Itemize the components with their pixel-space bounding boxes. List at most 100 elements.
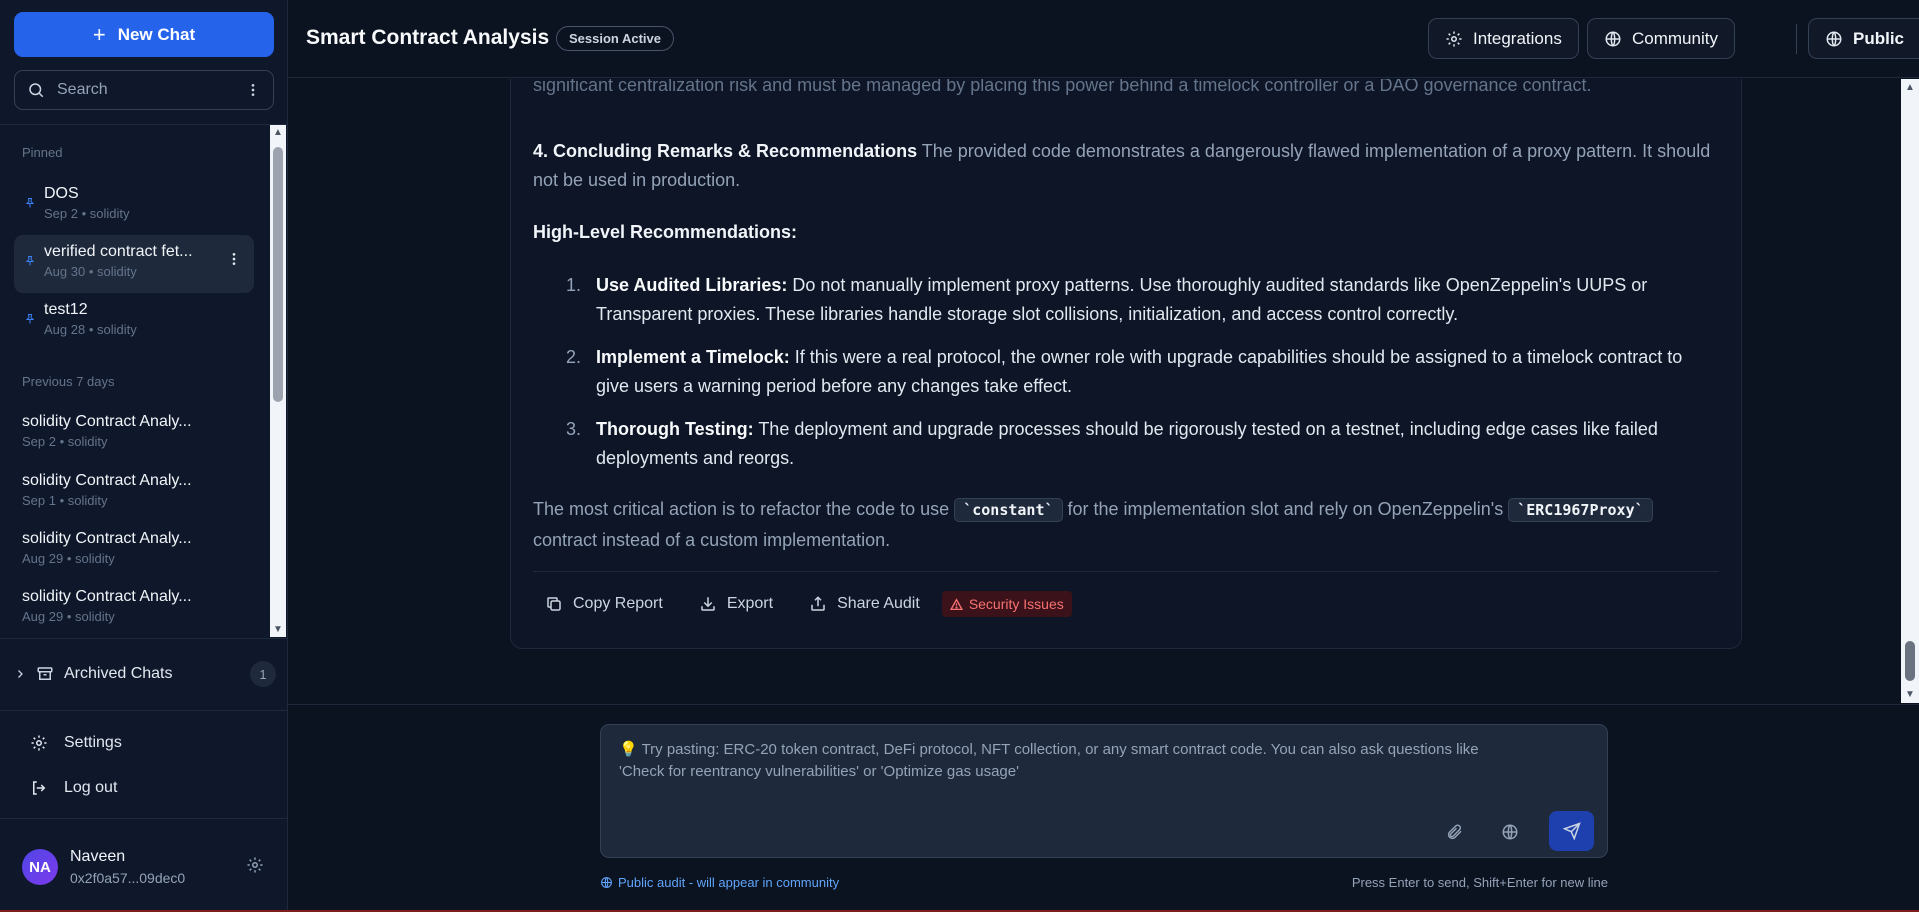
final-text-pre: The most critical action is to refactor … <box>533 499 955 519</box>
warning-icon <box>949 597 963 610</box>
recommendation-item: 1. Use Audited Libraries: Do not manuall… <box>566 271 1716 329</box>
chat-item-verified-contract[interactable]: verified contract fet... Aug 30 • solidi… <box>14 235 254 293</box>
chat-title: solidity Contract Analy... <box>22 588 192 605</box>
chat-title: DOS <box>44 185 79 202</box>
chat-title: solidity Contract Analy... <box>22 472 192 489</box>
pin-icon <box>24 197 36 212</box>
item-number: 3. <box>566 419 582 439</box>
page-title: Smart Contract Analysis <box>306 26 550 49</box>
user-profile: NA Naveen 0x2f0a57...09dec0 <box>22 848 185 886</box>
enter-hint: Press Enter to send, Shift+Enter for new… <box>1351 875 1608 890</box>
settings-menu-item[interactable]: Settings <box>30 734 122 752</box>
chat-item-recent[interactable]: solidity Contract Analy... Aug 29 • soli… <box>12 580 252 637</box>
chat-meta: Sep 2 • solidity <box>44 206 130 221</box>
community-button[interactable]: Community <box>1587 18 1735 59</box>
integrations-button[interactable]: Integrations <box>1428 18 1579 59</box>
chat-item-test12[interactable]: test12 Aug 28 • solidity <box>14 293 254 351</box>
message-placeholder: 💡 Try pasting: ERC-20 token contract, De… <box>619 741 1479 780</box>
chat-title: solidity Contract Analy... <box>22 530 192 547</box>
more-options-icon[interactable] <box>245 82 261 98</box>
user-settings-gear-icon[interactable] <box>246 856 264 879</box>
chat-list: Pinned DOS Sep 2 • solidity verified con… <box>0 125 270 637</box>
copy-report-button[interactable]: Copy Report <box>545 595 663 613</box>
avatar: NA <box>22 849 58 885</box>
divider <box>0 638 288 639</box>
chat-item-recent[interactable]: solidity Contract Analy... Sep 2 • solid… <box>12 405 252 463</box>
chat-item-dos[interactable]: DOS Sep 2 • solidity <box>14 177 254 235</box>
logout-label: Log out <box>64 779 118 796</box>
item-number: 2. <box>566 347 582 367</box>
scroll-up-arrow-icon[interactable]: ▲ <box>1905 82 1915 93</box>
final-text-post: contract instead of a custom implementat… <box>533 530 891 550</box>
visibility-label: Public <box>1853 28 1905 48</box>
archived-count-badge: 1 <box>250 661 276 687</box>
visibility-select[interactable]: Public <box>1808 18 1919 59</box>
community-label: Community <box>1632 28 1718 48</box>
send-button[interactable] <box>1549 811 1594 851</box>
scroll-up-arrow-icon[interactable]: ▲ <box>273 127 283 138</box>
sidebar: + New Chat Search Pinned DOS Sep 2 • sol… <box>0 0 288 912</box>
final-text-mid: for the implementation slot and rely on … <box>1062 499 1509 519</box>
sidebar-scrollbar[interactable]: ▲ ▼ <box>270 125 286 637</box>
scrollbar-thumb[interactable] <box>1905 641 1915 681</box>
item-number: 1. <box>566 275 582 295</box>
chevron-right-icon <box>18 670 23 678</box>
chat-item-recent[interactable]: solidity Contract Analy... Sep 1 • solid… <box>12 464 252 522</box>
security-issues-badge: Security Issues <box>941 591 1072 617</box>
item-title: Implement a Timelock: <box>596 347 790 367</box>
report-content: significant centralization risk and must… <box>288 79 1901 703</box>
public-audit-text: Public audit - will appear in community <box>618 875 840 890</box>
chat-item-recent[interactable]: solidity Contract Analy... Aug 29 • soli… <box>12 522 252 580</box>
message-input[interactable]: 💡 Try pasting: ERC-20 token contract, De… <box>600 724 1608 858</box>
search-icon <box>29 83 44 98</box>
report-text: significant centralization risk and must… <box>533 79 1592 95</box>
chat-more-icon[interactable] <box>226 251 242 272</box>
chat-meta: Aug 30 • solidity <box>44 264 137 279</box>
settings-label: Settings <box>64 734 122 751</box>
attach-icon[interactable] <box>1446 823 1464 846</box>
pin-icon <box>24 313 36 328</box>
high-level-heading: High-Level Recommendations: <box>533 222 798 242</box>
item-title: Thorough Testing: <box>596 419 754 439</box>
header: Smart Contract Analysis Session Active I… <box>288 0 1919 78</box>
wallet-address: 0x2f0a57...09dec0 <box>70 870 186 886</box>
search-placeholder: Search <box>57 81 108 98</box>
public-audit-hint: Public audit - will appear in community <box>600 875 839 890</box>
recommendation-item: 2. Implement a Timelock: If this were a … <box>566 343 1716 401</box>
chat-meta: Sep 1 • solidity <box>22 493 108 508</box>
globe-icon <box>1826 31 1842 46</box>
final-paragraph: The most critical action is to refactor … <box>533 494 1718 555</box>
archived-chats-toggle[interactable]: Archived Chats 1 <box>14 660 276 688</box>
concluding-heading: 4. Concluding Remarks & Recommendations <box>533 141 918 161</box>
pin-icon <box>24 255 36 270</box>
chat-meta: Sep 2 • solidity <box>22 434 108 449</box>
scroll-down-arrow-icon[interactable]: ▼ <box>273 624 283 635</box>
code-constant: `constant` <box>954 498 1063 522</box>
composer-area: 💡 Try pasting: ERC-20 token contract, De… <box>288 704 1919 912</box>
share-audit-button[interactable]: Share Audit <box>809 595 920 613</box>
gear-icon <box>31 735 47 751</box>
search-box[interactable]: Search <box>14 70 274 110</box>
security-issues-label: Security Issues <box>968 596 1064 612</box>
gear-icon <box>1446 31 1462 46</box>
chat-title: test12 <box>44 301 88 318</box>
scroll-down-arrow-icon[interactable]: ▼ <box>1905 689 1915 700</box>
header-separator <box>1796 24 1797 54</box>
logout-menu-item[interactable]: Log out <box>30 779 117 797</box>
scrollbar-thumb[interactable] <box>273 147 283 402</box>
session-status-badge: Session Active <box>556 26 675 51</box>
export-button[interactable]: Export <box>699 595 773 613</box>
share-icon <box>811 596 825 611</box>
item-title: Use Audited Libraries: <box>596 275 788 295</box>
plus-icon: + <box>92 21 106 47</box>
archive-icon <box>37 667 53 680</box>
concluding-paragraph: 4. Concluding Remarks & Recommendations … <box>533 137 1718 195</box>
card-divider <box>533 571 1719 572</box>
copy-report-label: Copy Report <box>573 595 663 612</box>
globe-icon <box>601 877 612 888</box>
integrations-label: Integrations <box>1473 28 1562 48</box>
globe-icon[interactable] <box>1501 823 1519 846</box>
main-scrollbar[interactable]: ▲ ▼ <box>1901 79 1919 703</box>
new-chat-button[interactable]: + New Chat <box>14 12 274 57</box>
chat-title: verified contract fet... <box>44 243 193 260</box>
